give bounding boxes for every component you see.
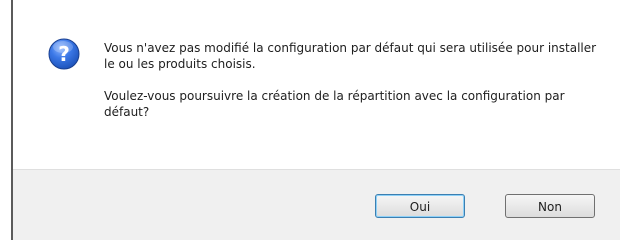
message-paragraph-2: Voulez-vous poursuivre la création de la… [104, 89, 565, 119]
yes-button[interactable]: Oui [375, 194, 465, 218]
no-button[interactable]: Non [505, 194, 595, 218]
dialog-message: Vous n'avez pas modifié la configuration… [104, 40, 604, 120]
dialog-content: ? Vous n'avez pas modifié la configurati… [13, 0, 620, 169]
message-paragraph-1: Vous n'avez pas modifié la configuration… [104, 41, 597, 71]
question-icon: ? [48, 38, 80, 70]
svg-text:?: ? [58, 42, 70, 66]
message-dialog: ? Vous n'avez pas modifié la configurati… [0, 0, 620, 240]
button-bar: Oui Non [13, 169, 620, 240]
